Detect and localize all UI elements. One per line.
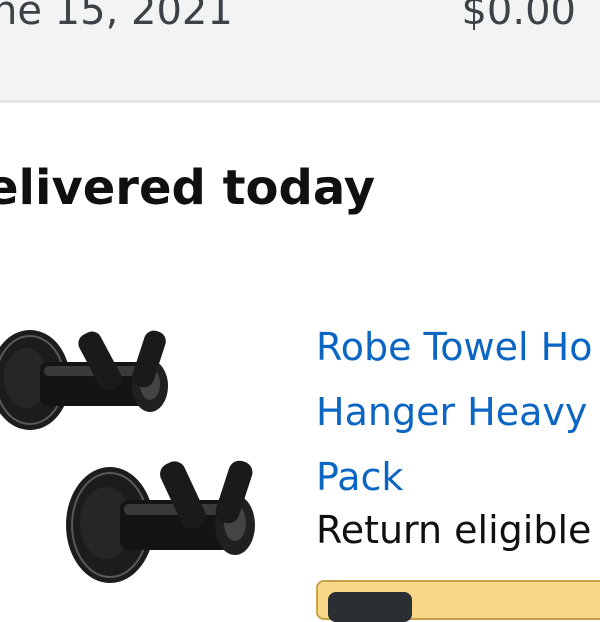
product-title-line-1[interactable]: Robe Towel Ho	[316, 315, 600, 380]
order-total: $0.00	[461, 0, 576, 34]
order-date: ne 15, 2021	[0, 0, 233, 34]
product-title-line-3[interactable]: Pack	[316, 445, 600, 510]
return-eligibility-text: Return eligible t	[316, 508, 600, 552]
product-image[interactable]	[0, 320, 270, 600]
product-action-button[interactable]	[316, 580, 600, 622]
robe-towel-hooks-icon	[0, 330, 255, 583]
button-icon	[328, 592, 412, 622]
product-title-line-2[interactable]: Hanger Heavy	[316, 380, 600, 445]
product-title-link[interactable]: Robe Towel Ho Hanger Heavy Pack	[316, 315, 600, 510]
order-summary-bar: ne 15, 2021 $0.00	[0, 0, 600, 103]
hook-1	[0, 330, 168, 430]
delivery-status-heading: elivered today	[0, 160, 376, 216]
hook-2	[66, 460, 255, 583]
